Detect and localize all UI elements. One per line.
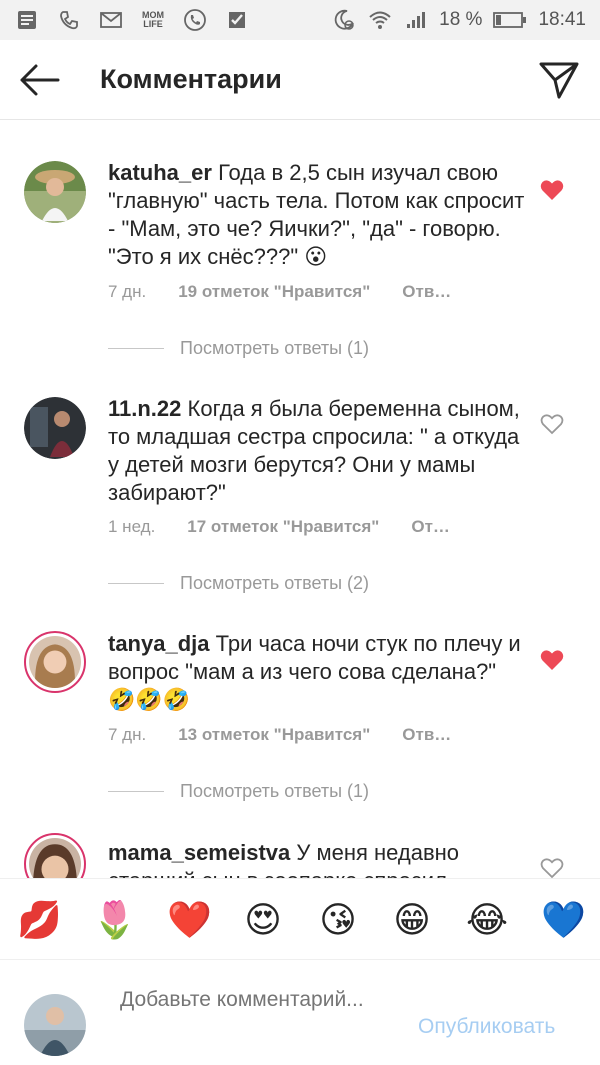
comment-time: 1 нед. bbox=[108, 517, 156, 536]
reply-link[interactable]: Отв… bbox=[402, 282, 451, 302]
clock: 18:41 bbox=[538, 9, 586, 30]
comment-emoji: 😮 bbox=[304, 244, 328, 269]
emoji-kiss-lips[interactable]: 💋 bbox=[17, 899, 62, 941]
arrow-left-icon[interactable] bbox=[18, 62, 62, 98]
avatar[interactable] bbox=[24, 833, 86, 878]
page-title: Комментарии bbox=[100, 64, 282, 94]
avatar bbox=[24, 994, 86, 1056]
avatar[interactable] bbox=[24, 397, 86, 459]
comment-meta: 7 дн. 19 отметок "Нравится" Отв… bbox=[108, 282, 451, 302]
publish-button[interactable]: Опубликовать bbox=[418, 1015, 555, 1039]
comment-username[interactable]: mama_semeistva bbox=[108, 840, 290, 865]
battery-icon bbox=[492, 7, 528, 33]
comment-username[interactable]: katuha_er bbox=[108, 160, 212, 185]
divider bbox=[108, 791, 164, 792]
comment-username[interactable]: 11.n.22 bbox=[108, 396, 181, 421]
heart-outline-icon[interactable] bbox=[540, 413, 564, 435]
mail-icon bbox=[98, 7, 124, 33]
comment-likes[interactable]: 17 отметок "Нравится" bbox=[187, 517, 379, 537]
avatar[interactable] bbox=[24, 161, 86, 223]
viber-icon bbox=[182, 7, 208, 33]
comment-time: 7 дн. bbox=[108, 725, 147, 744]
view-replies[interactable]: Посмотреть ответы (1) bbox=[108, 338, 369, 359]
heart-outline-icon[interactable] bbox=[540, 857, 564, 878]
battery-percent: 18 % bbox=[439, 9, 483, 30]
view-replies-label: Посмотреть ответы (2) bbox=[180, 573, 370, 593]
status-bar: MOM LIFE 18 % 18:41 bbox=[0, 0, 600, 40]
comment-text: tanya_dja Три часа ночи стук по плечу и … bbox=[108, 630, 528, 714]
emoji-blue-heart[interactable]: 💙 bbox=[541, 899, 586, 941]
signal-icon bbox=[403, 7, 429, 33]
view-replies[interactable]: Посмотреть ответы (1) bbox=[108, 781, 369, 802]
emoji-blowing-kiss[interactable]: 😘 bbox=[317, 899, 359, 941]
comment-text: katuha_er Года в 2,5 сын изучал свою "гл… bbox=[108, 159, 528, 271]
comment-emoji: 🤣🤣🤣 bbox=[108, 687, 191, 712]
reply-link[interactable]: От… bbox=[411, 517, 450, 537]
divider bbox=[108, 348, 164, 349]
mom-life-icon: MOM LIFE bbox=[142, 10, 164, 29]
comment-text: 11.n.22 Когда я была беременна сыном, то… bbox=[108, 395, 528, 507]
comment-input[interactable] bbox=[120, 986, 390, 1046]
emoji-heart-eyes[interactable]: 😍 bbox=[242, 899, 284, 941]
divider bbox=[108, 583, 164, 584]
avatar[interactable] bbox=[24, 631, 86, 693]
heart-filled-icon[interactable] bbox=[540, 649, 564, 671]
emoji-tears-of-joy[interactable]: 😂 bbox=[466, 899, 508, 941]
task-icon bbox=[224, 7, 250, 33]
comment-username[interactable]: tanya_dja bbox=[108, 631, 210, 656]
comment-meta: 1 нед. 17 отметок "Нравится" От… bbox=[108, 517, 450, 537]
view-replies-label: Посмотреть ответы (1) bbox=[180, 781, 370, 801]
paper-plane-icon[interactable] bbox=[538, 60, 580, 100]
comment-composer: Опубликовать bbox=[0, 960, 600, 1065]
quick-emoji-bar: 💋 🌷 ❤️ 😍 😘 😁 😂 💙 bbox=[0, 878, 600, 960]
comment-likes[interactable]: 13 отметок "Нравится" bbox=[178, 725, 370, 745]
reply-link[interactable]: Отв… bbox=[402, 725, 451, 745]
app-header: Комментарии bbox=[0, 40, 600, 120]
view-replies-label: Посмотреть ответы (1) bbox=[180, 338, 370, 358]
emoji-red-heart[interactable]: ❤️ bbox=[167, 899, 212, 941]
comment-meta: 7 дн. 13 отметок "Нравится" Отв… bbox=[108, 725, 451, 745]
emoji-grin[interactable]: 😁 bbox=[391, 899, 433, 941]
emoji-tulip[interactable]: 🌷 bbox=[92, 899, 137, 941]
comment-text: mama_semeistva У меня недавно старший сы… bbox=[108, 839, 528, 878]
comment-likes[interactable]: 19 отметок "Нравится" bbox=[178, 282, 370, 302]
phone-icon bbox=[56, 7, 82, 33]
view-replies[interactable]: Посмотреть ответы (2) bbox=[108, 573, 369, 594]
alarm-icon bbox=[331, 7, 357, 33]
wifi-icon bbox=[367, 7, 393, 33]
comment-time: 7 дн. bbox=[108, 282, 147, 301]
heart-filled-icon[interactable] bbox=[540, 179, 564, 201]
comments-list[interactable]: katuha_er Года в 2,5 сын изучал свою "гл… bbox=[0, 121, 600, 878]
message-icon bbox=[14, 7, 40, 33]
